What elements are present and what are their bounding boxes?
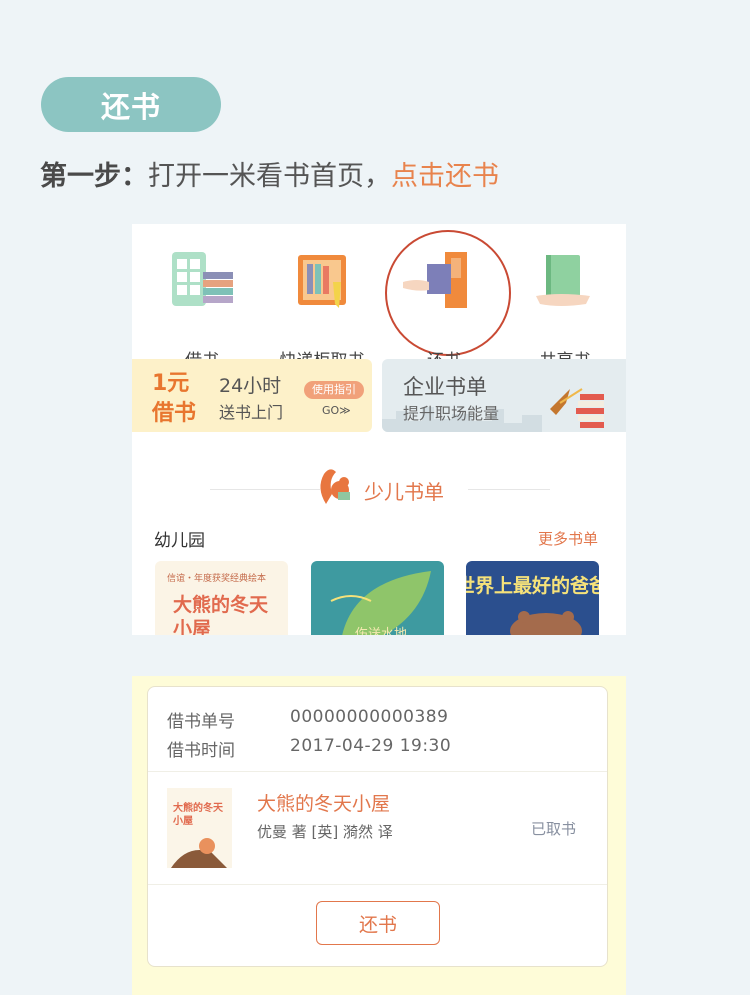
banner1-big1: 1元 — [152, 371, 190, 396]
step-text: 打开一米看书首页， — [148, 161, 391, 192]
banner-one-yuan[interactable]: 1元 借书 24小时 送书上门 使用指引 GO≫ — [132, 359, 372, 432]
go-link[interactable]: GO≫ — [322, 404, 351, 417]
squirrel-icon — [320, 469, 350, 504]
phone-books-icon — [172, 252, 233, 306]
locker-icon — [298, 255, 346, 308]
book-cover[interactable]: 伤送水地 — [311, 561, 444, 635]
banner2-title: 企业书单 — [403, 375, 487, 399]
banner-enterprise[interactable]: 企业书单 提升职场能量 — [382, 359, 626, 432]
bear-illustration — [510, 611, 582, 635]
banner2-sub: 提升职场能量 — [403, 404, 500, 423]
bear-illustration — [171, 838, 227, 868]
banner1-big2: 借书 — [152, 401, 197, 426]
return-book-button[interactable]: 还书 — [316, 901, 440, 945]
book-thumbnail[interactable]: 大熊的冬天小屋 — [167, 788, 232, 868]
order-card: 借书单号 00000000000389 借书时间 2017-04-29 19:3… — [147, 686, 608, 967]
section-title: 少儿书单 — [364, 480, 444, 504]
order-panel: 借书单号 00000000000389 借书时间 2017-04-29 19:3… — [132, 676, 626, 995]
order-number-value: 00000000000389 — [290, 707, 449, 727]
order-time-row: 借书时间 2017-04-29 19:30 — [167, 736, 451, 761]
order-number-row: 借书单号 00000000000389 — [167, 707, 448, 732]
step-prefix: 第一步： — [40, 161, 148, 192]
order-time-label: 借书时间 — [167, 741, 235, 761]
step-instruction: 第一步：打开一米看书首页，点击还书 — [40, 154, 499, 193]
book-title[interactable]: 大熊的冬天小屋 — [257, 789, 390, 816]
order-number-label: 借书单号 — [167, 712, 235, 732]
book-author: 优曼 著 [英] 漪然 译 — [257, 823, 393, 841]
banner1-line2: 送书上门 — [219, 403, 284, 422]
status-badge: 已取书 — [530, 820, 576, 838]
step-highlight: 点击还书 — [391, 161, 499, 192]
app-home-screenshot: 借书 快递柜取书 还书 共享书 1元 借书 — [132, 224, 626, 635]
share-book-icon — [536, 255, 590, 306]
banner1-line1: 24小时 — [219, 375, 282, 397]
guide-button[interactable]: 使用指引 — [304, 381, 364, 399]
divider — [148, 884, 607, 885]
book-cover-caption: 伤送水地 — [355, 627, 408, 635]
order-time-value: 2017-04-29 19:30 — [290, 736, 452, 756]
category-label: 幼儿园 — [154, 531, 205, 551]
divider-left — [210, 489, 320, 490]
divider — [148, 771, 607, 772]
book-cover[interactable]: 世界上最好的爸爸 — [466, 561, 599, 635]
more-lists-link[interactable]: 更多书单 — [538, 528, 598, 549]
section-pill: 还书 — [41, 77, 221, 132]
book-cover-title: 大熊的冬天小屋 — [173, 594, 269, 635]
divider-right — [468, 489, 550, 490]
return-book-icon — [403, 252, 467, 308]
book-cover[interactable]: 信谊・年度获奖经典绘本 大熊的冬天小屋 — [155, 561, 288, 635]
book-cover-caption: 信谊・年度获奖经典绘本 — [167, 574, 267, 584]
